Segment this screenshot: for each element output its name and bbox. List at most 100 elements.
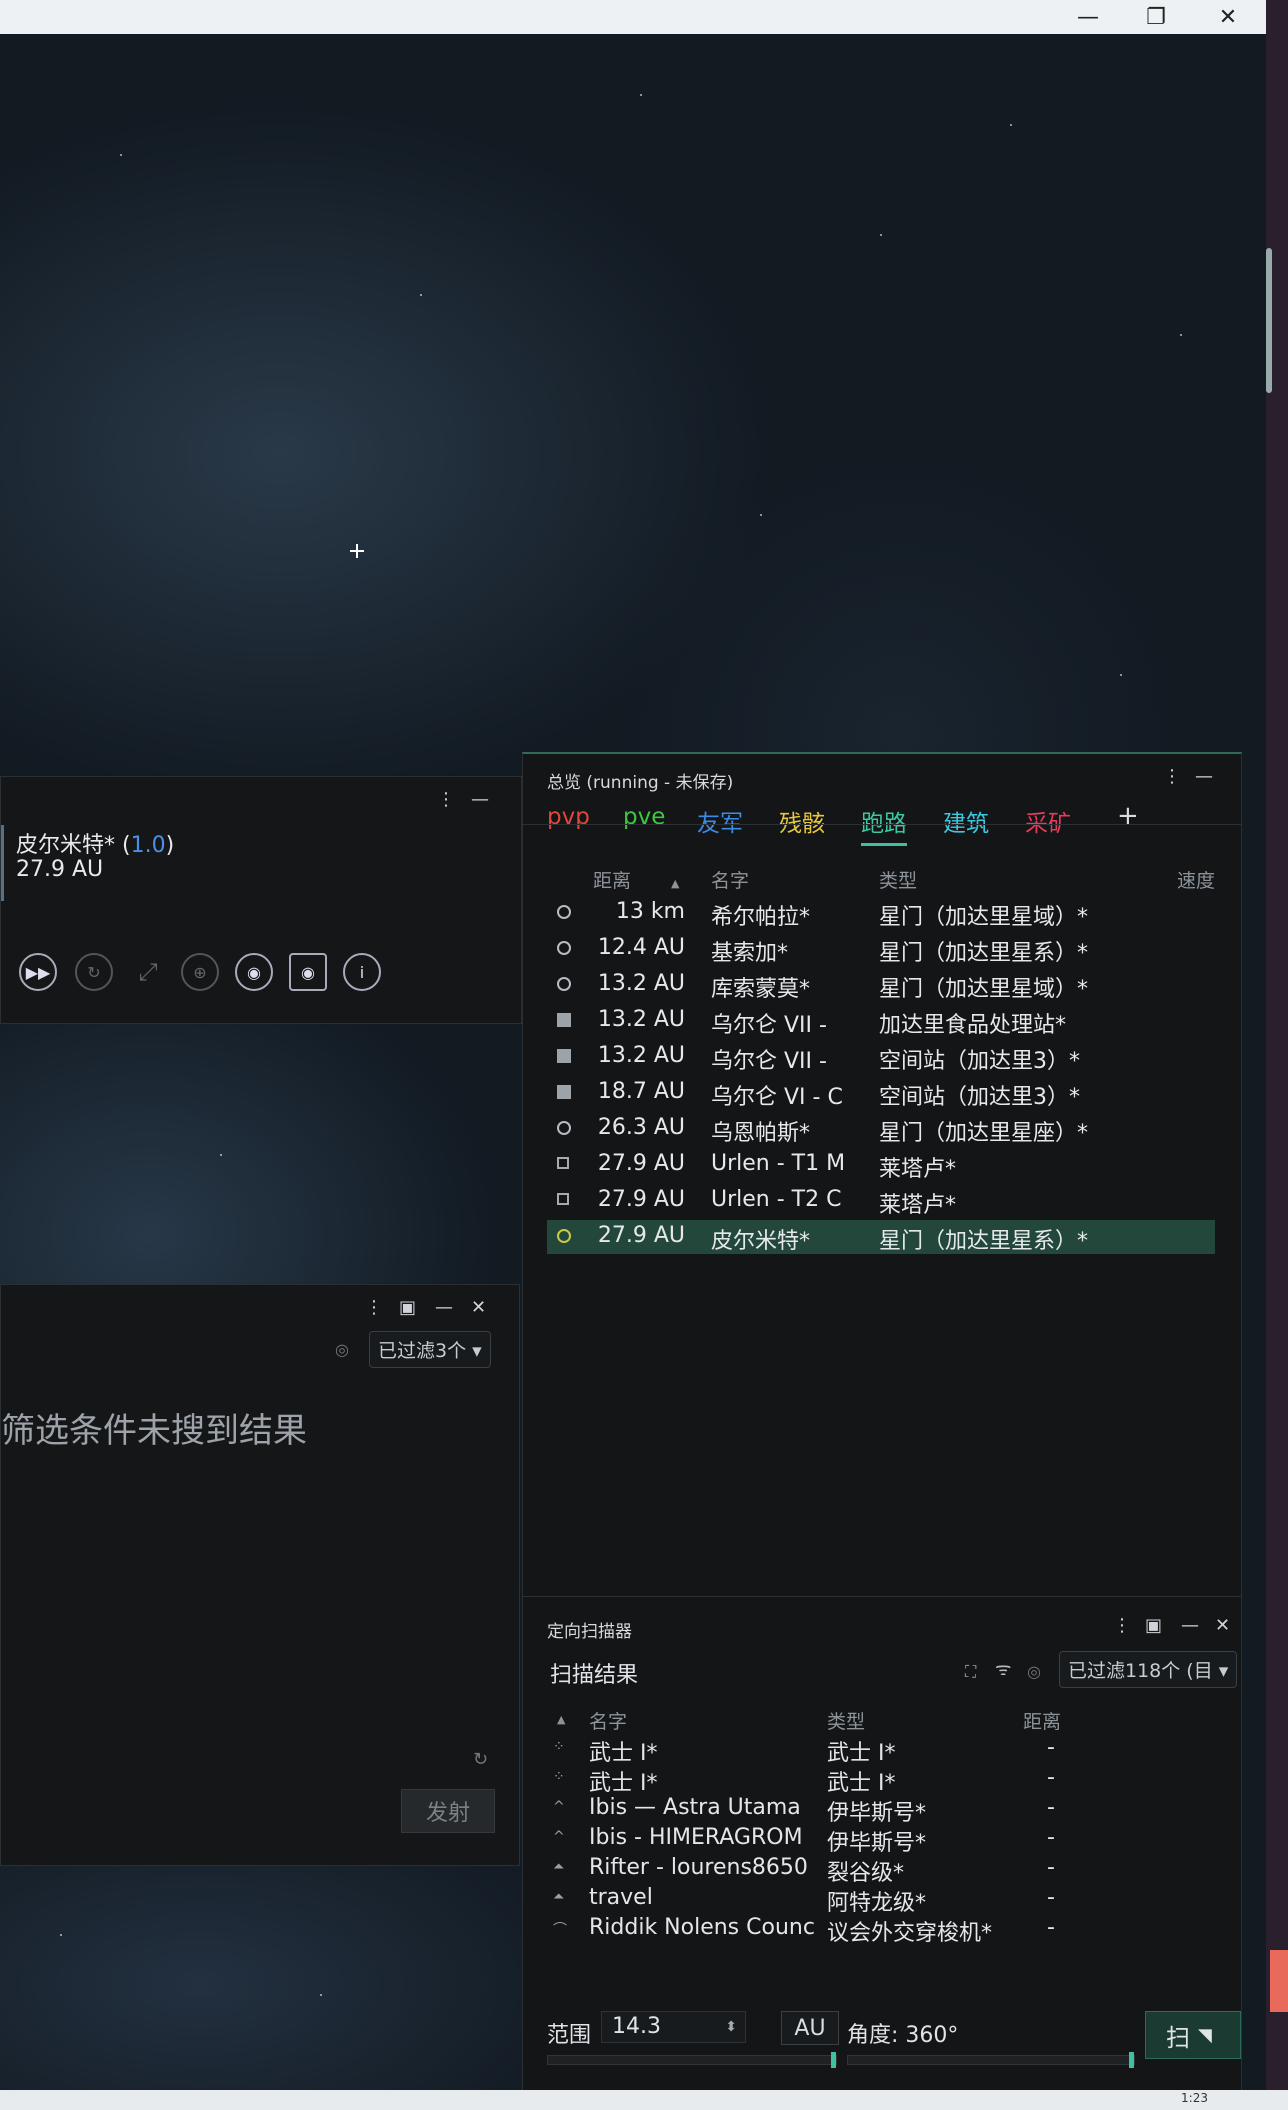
stepper-icon[interactable]: ⬍ — [725, 2012, 737, 2042]
keep-range-icon[interactable]: ⤢ — [129, 953, 167, 991]
row-distance: 27.9 AU — [597, 1223, 685, 1248]
route-menu-button[interactable]: ⋮ — [437, 791, 455, 809]
overview-row[interactable]: 18.7 AU 乌尔仑 VI - C 空间站（加达里3）* — [547, 1076, 1215, 1110]
col-name[interactable]: 名字 — [589, 1707, 627, 1734]
row-type: 莱塔卢* — [879, 1157, 957, 1182]
dscan-close-button[interactable]: ✕ — [1215, 1617, 1230, 1635]
search-menu-button[interactable]: ⋮ — [365, 1299, 383, 1317]
station-icon — [557, 1085, 571, 1099]
tab-friendly[interactable]: 友军 — [697, 804, 743, 838]
row-distance: 13.2 AU — [597, 1007, 685, 1032]
dscan-row[interactable]: ⏶ Rifter - lourens8650 裂谷级* - — [547, 1855, 1215, 1886]
search-pin-button[interactable]: ▣ — [399, 1299, 416, 1317]
side-tab[interactable] — [1270, 1950, 1288, 2012]
tab-travel[interactable]: 跑路 — [861, 804, 907, 846]
range-input[interactable]: 14.3 ⬍ — [601, 2011, 746, 2043]
show-info-eye-icon[interactable]: ◉ — [289, 953, 327, 991]
stargate-icon — [557, 977, 571, 991]
dscan-row[interactable]: ^ Ibis — Astra Utama 伊毕斯号* - — [547, 1795, 1215, 1826]
scrollbar-thumb[interactable] — [1266, 248, 1272, 393]
window-titlebar: — ❐ ✕ — [0, 0, 1266, 34]
lock-target-icon[interactable]: ⊕ — [181, 953, 219, 991]
screenshot-icon[interactable]: ⛶ — [965, 1663, 976, 1681]
refresh-icon[interactable]: ↻ — [473, 1751, 488, 1769]
route-destination[interactable]: 皮尔米特* (1.0) — [16, 827, 174, 859]
overview-minimize-button[interactable]: — — [1195, 768, 1213, 786]
signal-icon[interactable]: ᯤ — [995, 1661, 1011, 1679]
overview-row[interactable]: 13.2 AU 库索蒙莫* 星门（加达里星域）* — [547, 968, 1215, 1002]
row-name: 乌尔仑 VII - — [711, 1013, 827, 1038]
star — [1120, 674, 1122, 676]
filter-eye-icon[interactable]: ◎ — [1027, 1663, 1041, 1681]
destination-stargate-icon — [557, 1229, 571, 1243]
row-name: 乌尔仑 VI - C — [711, 1085, 843, 1110]
orbit-icon[interactable]: ↻ — [75, 953, 113, 991]
angle-slider[interactable] — [847, 2052, 1135, 2068]
row-name: 武士 I* — [589, 1771, 658, 1796]
overview-row[interactable]: 26.3 AU 乌恩帕斯* 星门（加达里星座）* — [547, 1112, 1215, 1146]
col-type[interactable]: 类型 — [879, 866, 917, 893]
dscan-row[interactable]: ⁘ 武士 I* 武士 I* - — [547, 1735, 1215, 1766]
angle-slider-knob[interactable] — [1129, 2052, 1134, 2068]
dscan-pin-button[interactable]: ▣ — [1145, 1617, 1162, 1635]
ship-icon: ^ — [553, 1799, 565, 1815]
overview-row[interactable]: 13.2 AU 乌尔仑 VII - 加达里食品处理站* — [547, 1004, 1215, 1038]
col-type[interactable]: 类型 — [827, 1707, 865, 1734]
overview-row[interactable]: 27.9 AU Urlen - T1 M 莱塔卢* — [547, 1148, 1215, 1182]
row-name: Ibis — Astra Utama — [589, 1795, 801, 1820]
window-minimize-button[interactable]: — — [1054, 0, 1122, 34]
tab-wrecks[interactable]: 残骸 — [779, 804, 825, 838]
dscan-minimize-button[interactable]: — — [1181, 1617, 1199, 1635]
fire-button[interactable]: 发射 — [401, 1789, 495, 1833]
col-distance[interactable]: 距离 ▲ — [593, 866, 679, 893]
search-minimize-button[interactable]: — — [435, 1299, 453, 1317]
tab-pve[interactable]: pve — [623, 804, 665, 830]
station-icon — [557, 1013, 571, 1027]
window-restore-button[interactable]: ❐ — [1122, 0, 1190, 34]
search-close-button[interactable]: ✕ — [471, 1299, 486, 1317]
range-slider[interactable] — [547, 2052, 837, 2068]
warp-to-icon[interactable]: ▶▶ — [19, 953, 57, 991]
star — [120, 154, 122, 156]
row-type: 议会外交穿梭机* — [827, 1921, 993, 1946]
overview-row[interactable]: 13.2 AU 乌尔仑 VII - 空间站（加达里3）* — [547, 1040, 1215, 1074]
dscan-row[interactable]: ⁘ 武士 I* 武士 I* - — [547, 1765, 1215, 1796]
look-at-icon[interactable]: ◉ — [235, 953, 273, 991]
search-filter-dropdown[interactable]: 已过滤3个 ▾ — [369, 1331, 491, 1368]
row-distance: - — [1047, 1735, 1055, 1760]
tab-structures[interactable]: 建筑 — [943, 804, 989, 838]
row-type: 武士 I* — [827, 1741, 896, 1766]
overview-row[interactable]: 12.4 AU 基索加* 星门（加达里星系）* — [547, 932, 1215, 966]
scan-button[interactable]: 扫 ◥ — [1145, 2011, 1241, 2059]
dscan-row[interactable]: ⌒ Riddik Nolens Counc 议会外交穿梭机* - — [547, 1915, 1215, 1946]
overview-row[interactable]: 27.9 AU Urlen - T2 C 莱塔卢* — [547, 1184, 1215, 1218]
overview-row-selected[interactable]: 27.9 AU 皮尔米特* 星门（加达里星系）* — [547, 1220, 1215, 1254]
row-name: Urlen - T2 C — [711, 1187, 842, 1212]
col-name[interactable]: 名字 — [711, 866, 749, 893]
row-name: 乌尔仑 VII - — [711, 1049, 827, 1074]
row-name: 武士 I* — [589, 1741, 658, 1766]
angle-label: 角度: 360° — [847, 2023, 959, 2048]
tab-mining[interactable]: 采矿 — [1025, 804, 1071, 838]
info-icon[interactable]: i — [343, 953, 381, 991]
overview-row[interactable]: 13 km 希尔帕拉* 星门（加达里星域）* — [547, 896, 1215, 930]
filter-eye-icon[interactable]: ◎ — [335, 1341, 349, 1359]
add-tab-button[interactable]: + — [1117, 801, 1139, 831]
range-unit-select[interactable]: AU — [781, 2011, 839, 2045]
dscan-menu-button[interactable]: ⋮ — [1113, 1617, 1131, 1635]
col-speed[interactable]: 速度 — [1177, 866, 1215, 893]
range-slider-knob[interactable] — [831, 2052, 836, 2068]
station-icon — [557, 1049, 571, 1063]
tab-pvp[interactable]: pvp — [547, 804, 590, 830]
dscan-filter-dropdown[interactable]: 已过滤118个 (目 ▾ — [1059, 1651, 1237, 1688]
window-close-button[interactable]: ✕ — [1194, 0, 1262, 34]
route-minimize-button[interactable]: — — [471, 791, 489, 809]
overview-menu-button[interactable]: ⋮ — [1163, 768, 1181, 786]
range-value: 14.3 — [612, 2014, 661, 2039]
col-distance[interactable]: 距离 — [1023, 1707, 1061, 1734]
row-type: 星门（加达里星域）* — [879, 977, 1089, 1002]
range-label: 范围 — [547, 2023, 592, 2048]
dscan-row[interactable]: ⏶ travel 阿特龙级* - — [547, 1885, 1215, 1916]
row-type: 莱塔卢* — [879, 1193, 957, 1218]
dscan-row[interactable]: ^ Ibis - HIMERAGROM 伊毕斯号* - — [547, 1825, 1215, 1856]
